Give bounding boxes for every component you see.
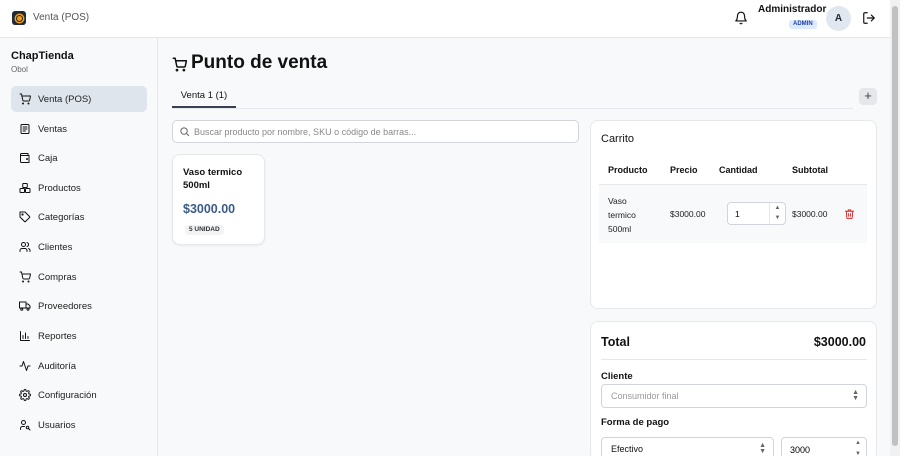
cart-icon xyxy=(19,271,31,283)
sidebar-item-label: Configuración xyxy=(38,389,97,401)
activity-icon xyxy=(19,361,31,371)
brand-subtitle: Obol xyxy=(11,65,28,74)
sidebar-item-label: Compras xyxy=(38,271,77,283)
users-icon xyxy=(19,242,31,252)
cart-icon xyxy=(19,93,31,105)
receipt-icon xyxy=(20,124,30,134)
user-key-icon xyxy=(20,420,31,431)
tabs-divider xyxy=(172,108,853,109)
amount-spinner[interactable]: ▲ ▼ xyxy=(850,438,866,456)
sidebar-item-ventas[interactable]: Ventas xyxy=(11,116,147,142)
search-icon xyxy=(180,127,190,137)
payment-label: Forma de pago xyxy=(601,417,670,428)
sidebar-item-proveedores[interactable]: Proveedores xyxy=(11,293,147,319)
app-logo-icon xyxy=(12,11,26,25)
payment-summary: Total $3000.00 Cliente Consumidor final … xyxy=(590,321,877,456)
user-name: Administrador xyxy=(758,4,827,15)
client-label: Cliente xyxy=(601,371,633,382)
scrollbar-thumb[interactable] xyxy=(892,6,898,446)
sidebar-item-reportes[interactable]: Reportes xyxy=(11,323,147,349)
avatar[interactable]: A xyxy=(826,6,851,31)
chevron-updown-icon: ▲ ▼ xyxy=(852,389,859,402)
bell-icon[interactable] xyxy=(734,10,748,26)
column-header-product: Producto xyxy=(608,165,648,175)
gear-icon xyxy=(19,389,31,401)
quantity-spinner[interactable]: ▲ ▼ xyxy=(769,203,785,224)
payment-method-value: Efectivo xyxy=(611,444,644,454)
sidebar-item-label: Venta (POS) xyxy=(38,93,92,105)
column-header-price: Precio xyxy=(670,165,698,175)
amount-stepper[interactable]: ▲▼ xyxy=(781,437,867,456)
boxes-icon xyxy=(19,183,31,193)
payment-method-select[interactable]: Efectivo ▲ ▼ xyxy=(601,437,774,456)
column-header-subtotal: Subtotal xyxy=(792,165,828,175)
page-title: Punto de venta xyxy=(191,52,328,73)
sidebar-item-configuracion[interactable]: Configuración xyxy=(11,382,147,408)
sidebar-item-label: Auditoría xyxy=(38,360,77,372)
sidebar-item-label: Caja xyxy=(38,152,58,164)
quantity-stepper[interactable]: ▲▼ xyxy=(727,202,786,225)
sidebar-item-usuarios[interactable]: Usuarios xyxy=(11,412,147,438)
add-tab-button[interactable]: + xyxy=(859,88,877,105)
product-price: $3000.00 xyxy=(183,202,236,216)
wallet-icon xyxy=(20,153,30,163)
quantity-input[interactable] xyxy=(735,207,765,221)
brand-name: ChapTienda xyxy=(11,50,74,62)
sidebar-item-label: Proveedores xyxy=(38,300,92,312)
sidebar-item-productos[interactable]: Productos xyxy=(11,175,147,201)
tag-icon xyxy=(19,211,31,223)
client-select[interactable]: Consumidor final ▲ ▼ xyxy=(601,384,867,408)
summary-divider xyxy=(601,359,867,360)
amount-input[interactable] xyxy=(790,443,845,456)
chevron-updown-icon: ▲ ▼ xyxy=(759,442,766,455)
stock-badge: 5 UNIDAD xyxy=(185,225,224,235)
table-row: Vaso termico 500ml $3000.00 ▲▼ $3000.00 xyxy=(599,185,867,243)
tab-venta-1[interactable]: Venta 1 (1) xyxy=(172,86,236,108)
cart-title: Carrito xyxy=(601,133,635,145)
role-badge: ADMIN xyxy=(789,20,817,29)
total-value: $3000.00 xyxy=(813,335,866,349)
sidebar-item-caja[interactable]: Caja xyxy=(11,145,147,171)
app-title: Venta (POS) xyxy=(33,12,90,23)
chart-icon xyxy=(20,331,30,341)
sidebar-item-label: Ventas xyxy=(38,123,68,135)
product-card[interactable]: Vaso termico 500ml $3000.00 5 UNIDAD xyxy=(172,154,265,245)
top-bar: Venta (POS) Administrador ADMIN A xyxy=(0,0,890,38)
search-field[interactable] xyxy=(172,120,579,143)
trash-icon[interactable] xyxy=(844,208,855,220)
sidebar-item-label: Reportes xyxy=(38,330,77,342)
sidebar-item-clientes[interactable]: Clientes xyxy=(11,234,147,260)
total-label: Total xyxy=(601,335,630,349)
sidebar-item-label: Usuarios xyxy=(38,419,76,431)
sidebar-item-pos[interactable]: Venta (POS) xyxy=(11,86,147,112)
search-input[interactable] xyxy=(194,124,574,140)
sidebar-item-label: Categorías xyxy=(38,211,85,223)
cart-panel: Carrito Producto Precio Cantidad Subtota… xyxy=(590,120,877,309)
client-select-value: Consumidor final xyxy=(611,391,679,401)
sidebar-item-compras[interactable]: Compras xyxy=(11,264,147,290)
logout-icon[interactable] xyxy=(862,11,876,25)
truck-icon xyxy=(19,301,31,311)
sidebar-item-categorias[interactable]: Categorías xyxy=(11,204,147,230)
cart-icon xyxy=(172,57,187,72)
sidebar: ChapTienda Obol Venta (POS) Ventas Caja … xyxy=(0,38,158,456)
column-header-quantity: Cantidad xyxy=(719,165,758,175)
cart-subtotal: $3000.00 xyxy=(792,209,828,219)
product-name: Vaso termico 500ml xyxy=(183,167,243,191)
cart-product-name: Vaso termico 500ml xyxy=(608,196,636,234)
sidebar-item-label: Clientes xyxy=(38,241,73,253)
sidebar-item-auditoria[interactable]: Auditoría xyxy=(11,353,147,379)
sidebar-item-label: Productos xyxy=(38,182,81,194)
scrollbar[interactable] xyxy=(890,0,900,456)
cart-product-price: $3000.00 xyxy=(670,209,706,219)
